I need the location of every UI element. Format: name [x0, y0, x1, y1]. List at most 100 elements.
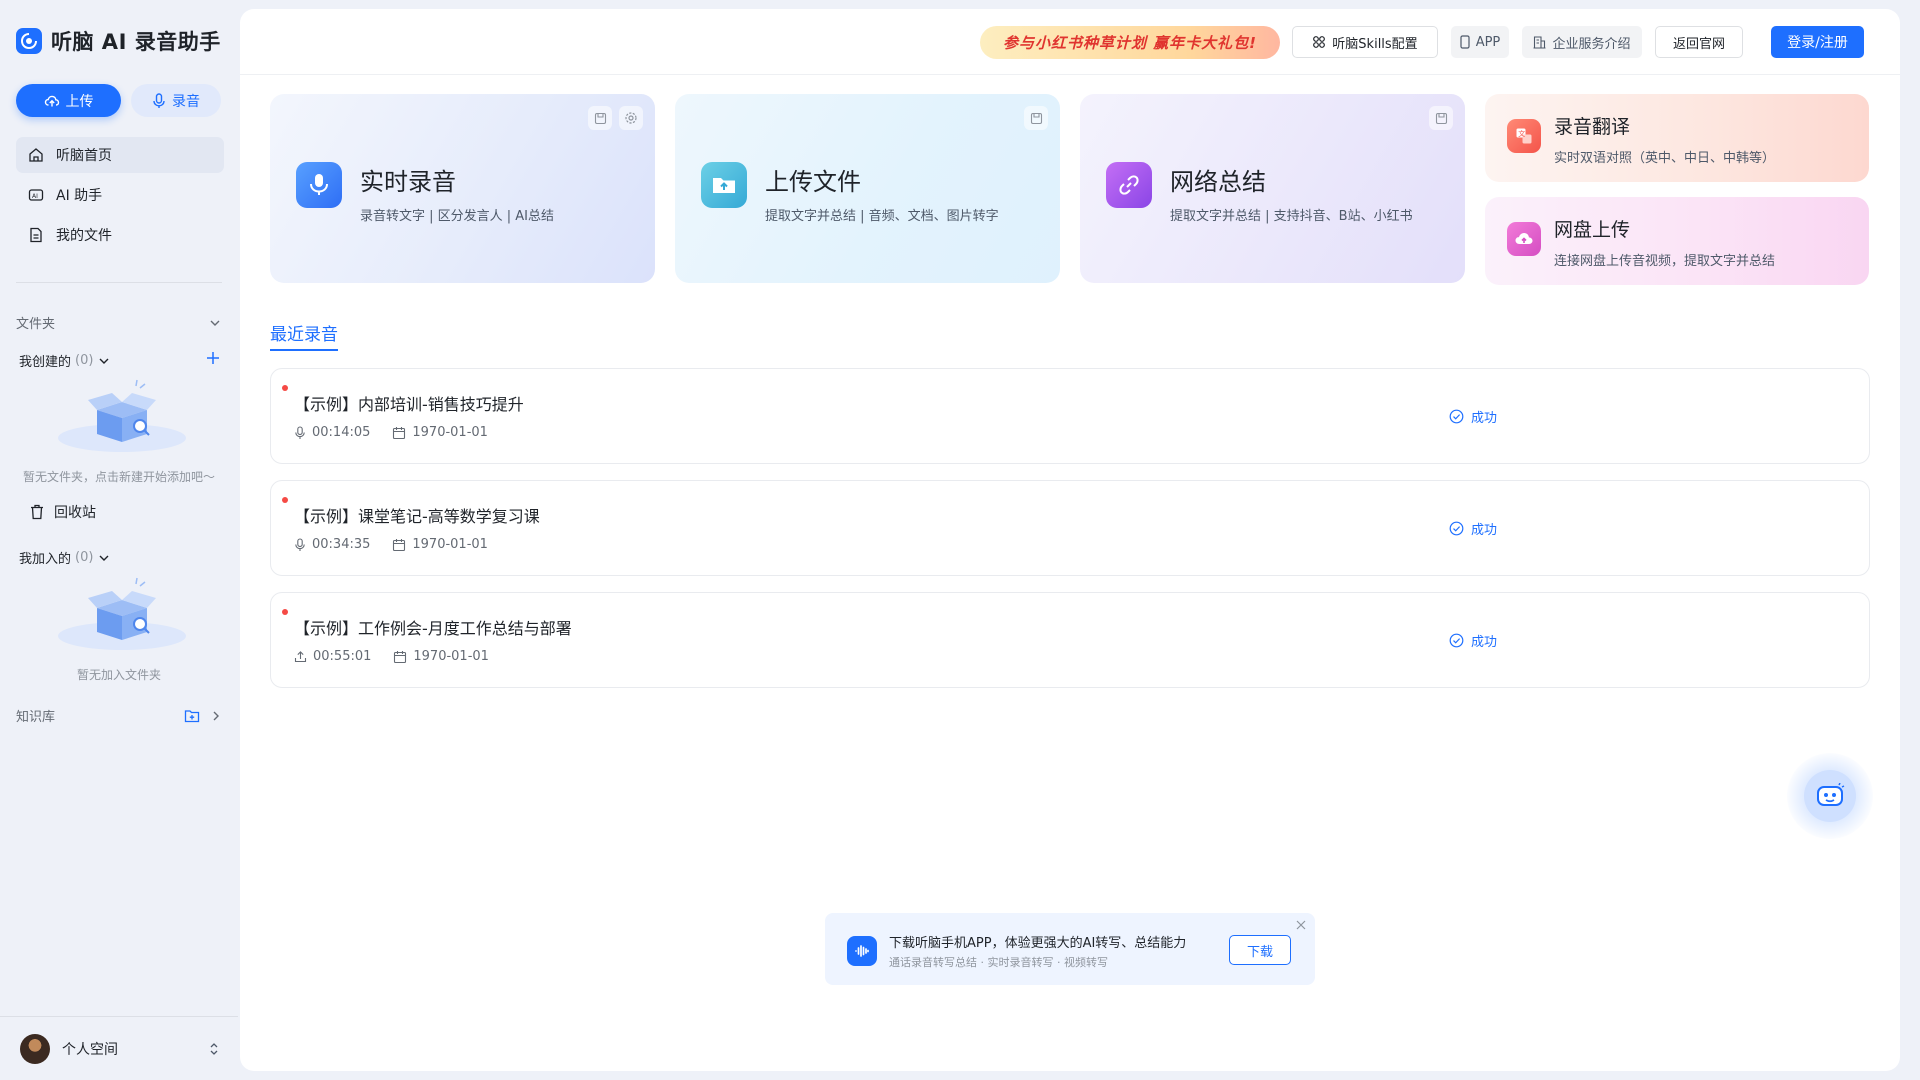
recording-row[interactable]: 【示例】课堂笔记-高等数学复习课 00:34:35 1970-01-01 成功	[270, 480, 1870, 576]
svg-text:AI: AI	[32, 193, 38, 200]
calendar-icon	[393, 650, 407, 664]
settings-gear-icon[interactable]	[619, 106, 643, 130]
login-register-button[interactable]: 登录/注册	[1771, 26, 1864, 58]
web-summary-card[interactable]: 网络总结 提取文字并总结 | 支持抖音、B站、小红书	[1080, 94, 1465, 283]
upload-button-label: 上传	[65, 93, 94, 110]
mini-card-title: 网盘上传	[1554, 219, 1631, 241]
recording-title: 【示例】内部培训-销售技巧提升	[294, 395, 524, 414]
floating-assistant-button[interactable]	[1787, 753, 1873, 839]
status-label: 成功	[1471, 635, 1498, 650]
joined-folders-header[interactable]: 我加入的 (0)	[19, 548, 111, 567]
sidebar-item-recycle-bin[interactable]: 回收站	[30, 502, 96, 522]
save-icon[interactable]	[588, 106, 612, 130]
card-title: 实时录音	[360, 168, 456, 196]
enterprise-service-label: 企业服务介绍	[1552, 36, 1631, 52]
recording-row[interactable]: 【示例】内部培训-销售技巧提升 00:14:05 1970-01-01 成功	[270, 368, 1870, 464]
card-tools	[588, 106, 643, 130]
cloud-drive-upload-card[interactable]: 网盘上传 连接网盘上传音视频，提取文字并总结	[1485, 197, 1869, 285]
created-folders-empty: 暂无文件夹，点击新建开始添加吧～	[22, 470, 215, 484]
upload-button[interactable]: 上传	[16, 84, 121, 117]
app-button[interactable]: APP	[1451, 26, 1509, 58]
sidebar-nav: 听脑首页 AI AI 助手 我的文件	[16, 137, 224, 257]
sidebar-item-my-files[interactable]: 我的文件	[16, 217, 224, 253]
microphone-icon	[294, 425, 306, 440]
add-folder-icon[interactable]	[205, 350, 221, 366]
tab-recent-recordings[interactable]: 最近录音	[270, 320, 338, 351]
save-icon[interactable]	[1024, 106, 1048, 130]
record-button[interactable]: 录音	[131, 84, 221, 117]
record-translate-card[interactable]: 文 录音翻译 实时双语对照（英中、中日、中韩等）	[1485, 94, 1869, 182]
avatar[interactable]	[20, 1033, 50, 1064]
recording-date: 1970-01-01	[413, 649, 489, 664]
card-desc: 提取文字并总结 | 音频、文档、图片转字	[765, 209, 999, 224]
close-icon[interactable]	[1295, 919, 1307, 931]
upload-folder-icon	[701, 162, 747, 208]
add-knowledge-folder-icon[interactable]	[184, 709, 200, 723]
card-title: 上传文件	[765, 168, 861, 196]
save-icon[interactable]	[1429, 106, 1453, 130]
skills-config-button[interactable]: 听脑Skills配置	[1292, 26, 1438, 58]
user-space-bar[interactable]: 个人空间	[0, 1016, 238, 1080]
main-panel: 参与小红书种草计划 赢年卡大礼包! 听脑Skills配置 APP 企业服务介绍 …	[240, 9, 1900, 1071]
card-desc: 提取文字并总结 | 支持抖音、B站、小红书	[1170, 209, 1413, 224]
back-to-site-button[interactable]: 返回官网	[1655, 26, 1743, 58]
status-badge: 成功	[1449, 631, 1497, 650]
chevron-down-icon[interactable]	[208, 316, 222, 330]
promo-banner[interactable]: 参与小红书种草计划 赢年卡大礼包!	[980, 26, 1280, 59]
download-button[interactable]: 下载	[1229, 935, 1291, 965]
check-circle-icon	[1449, 521, 1464, 536]
knowledge-section-header[interactable]: 知识库	[16, 706, 222, 725]
joined-folders-count: (0)	[75, 550, 94, 565]
created-folders-header[interactable]: 我创建的 (0)	[19, 351, 111, 370]
card-title: 网络总结	[1170, 168, 1266, 196]
status-label: 成功	[1471, 411, 1498, 426]
brand-logo-icon	[16, 28, 42, 54]
realtime-record-card[interactable]: 实时录音 录音转文字 | 区分发言人 | AI总结	[270, 94, 655, 283]
sidebar-item-ai-assistant[interactable]: AI AI 助手	[16, 177, 224, 213]
brand[interactable]: 听脑 AI 录音助手	[16, 26, 221, 56]
upload-file-card[interactable]: 上传文件 提取文字并总结 | 音频、文档、图片转字	[675, 94, 1060, 283]
building-icon	[1533, 35, 1546, 49]
check-circle-icon	[1449, 409, 1464, 424]
joined-folders-empty: 暂无加入文件夹	[76, 668, 161, 682]
created-folders-count: (0)	[75, 353, 94, 368]
recording-duration: 00:14:05	[312, 425, 371, 440]
folders-title: 文件夹	[16, 317, 56, 332]
skills-icon	[1312, 35, 1326, 49]
status-badge: 成功	[1449, 407, 1497, 426]
recycle-bin-label: 回收站	[54, 505, 96, 521]
ai-assistant-icon: AI	[28, 187, 44, 203]
trash-icon	[30, 504, 44, 520]
recording-row[interactable]: 【示例】工作例会-月度工作总结与部署 00:55:01 1970-01-01 成…	[270, 592, 1870, 688]
microphone-icon	[294, 537, 306, 552]
microphone-icon	[296, 162, 342, 208]
sidebar-item-home[interactable]: 听脑首页	[16, 137, 224, 173]
calendar-icon	[392, 538, 406, 552]
knowledge-actions	[184, 709, 222, 723]
chevron-down-icon[interactable]	[97, 354, 111, 368]
expand-toggle-icon[interactable]	[208, 1041, 220, 1057]
card-desc: 录音转文字 | 区分发言人 | AI总结	[360, 209, 555, 224]
unread-dot	[282, 385, 288, 391]
chevron-down-icon[interactable]	[97, 551, 111, 565]
cloud-upload-icon	[1507, 222, 1541, 256]
recording-meta: 00:14:05 1970-01-01	[294, 425, 488, 440]
check-circle-icon	[1449, 633, 1464, 648]
unread-dot	[282, 609, 288, 615]
sidebar-item-label: 我的文件	[56, 228, 112, 244]
chevron-right-icon[interactable]	[210, 709, 222, 723]
quick-actions: 上传 录音	[16, 84, 221, 117]
card-tools	[1429, 106, 1453, 130]
microphone-icon	[152, 92, 166, 109]
joined-folders-label: 我加入的	[19, 552, 72, 567]
calendar-icon	[392, 426, 406, 440]
phone-icon	[1460, 35, 1470, 49]
home-icon	[28, 147, 44, 163]
file-icon	[28, 227, 44, 243]
mini-card-desc: 实时双语对照（英中、中日、中韩等）	[1554, 151, 1776, 166]
enterprise-service-button[interactable]: 企业服务介绍	[1522, 26, 1642, 58]
robot-icon	[1804, 770, 1856, 822]
recording-meta: 00:34:35 1970-01-01	[294, 537, 488, 552]
folders-section-header[interactable]: 文件夹	[16, 313, 222, 332]
sidebar: 听脑 AI 录音助手 上传 录音 听脑首页 AI AI 助手 我的文件 文件夹 …	[0, 0, 238, 1080]
